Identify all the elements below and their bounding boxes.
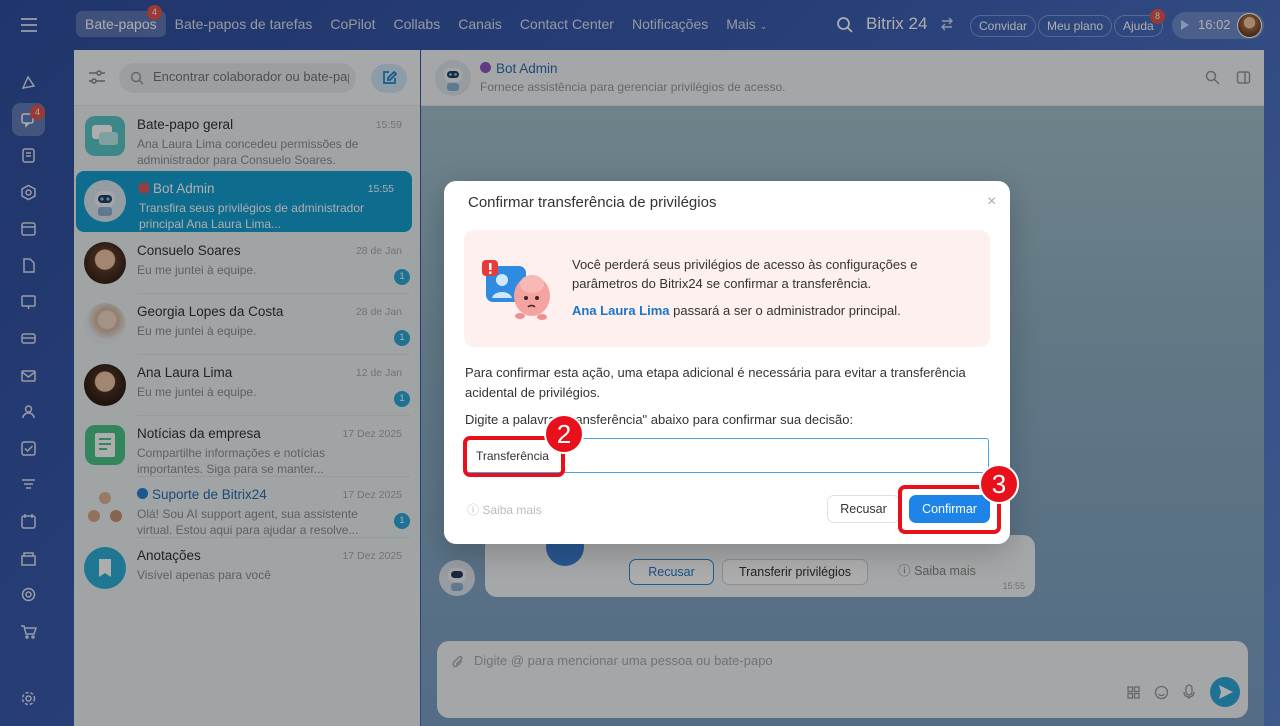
- warning-box: Você perderá seus privilégios de acesso …: [464, 230, 990, 347]
- modal-instruction: Digite a palavra "Transferência" abaixo …: [465, 412, 854, 427]
- close-icon[interactable]: ×: [987, 193, 996, 211]
- modal-explanation: Para confirmar esta ação, uma etapa adic…: [465, 365, 966, 400]
- help-icon: ⓘ: [467, 503, 480, 517]
- warning-illustration: [480, 254, 558, 324]
- successor-link[interactable]: Ana Laura Lima: [572, 303, 670, 318]
- modal-title: Confirmar transferência de privilégios: [468, 194, 717, 211]
- step-3-marker: 3: [979, 464, 1019, 504]
- warning-text: Você perderá seus privilégios de acesso …: [572, 257, 918, 291]
- step-2-marker: 2: [544, 414, 584, 454]
- recusar-button[interactable]: Recusar: [827, 495, 900, 523]
- warning-successor: Ana Laura Lima passará a ser o administr…: [572, 303, 901, 318]
- saiba-mais-link[interactable]: ⓘ Saiba mais: [467, 501, 542, 518]
